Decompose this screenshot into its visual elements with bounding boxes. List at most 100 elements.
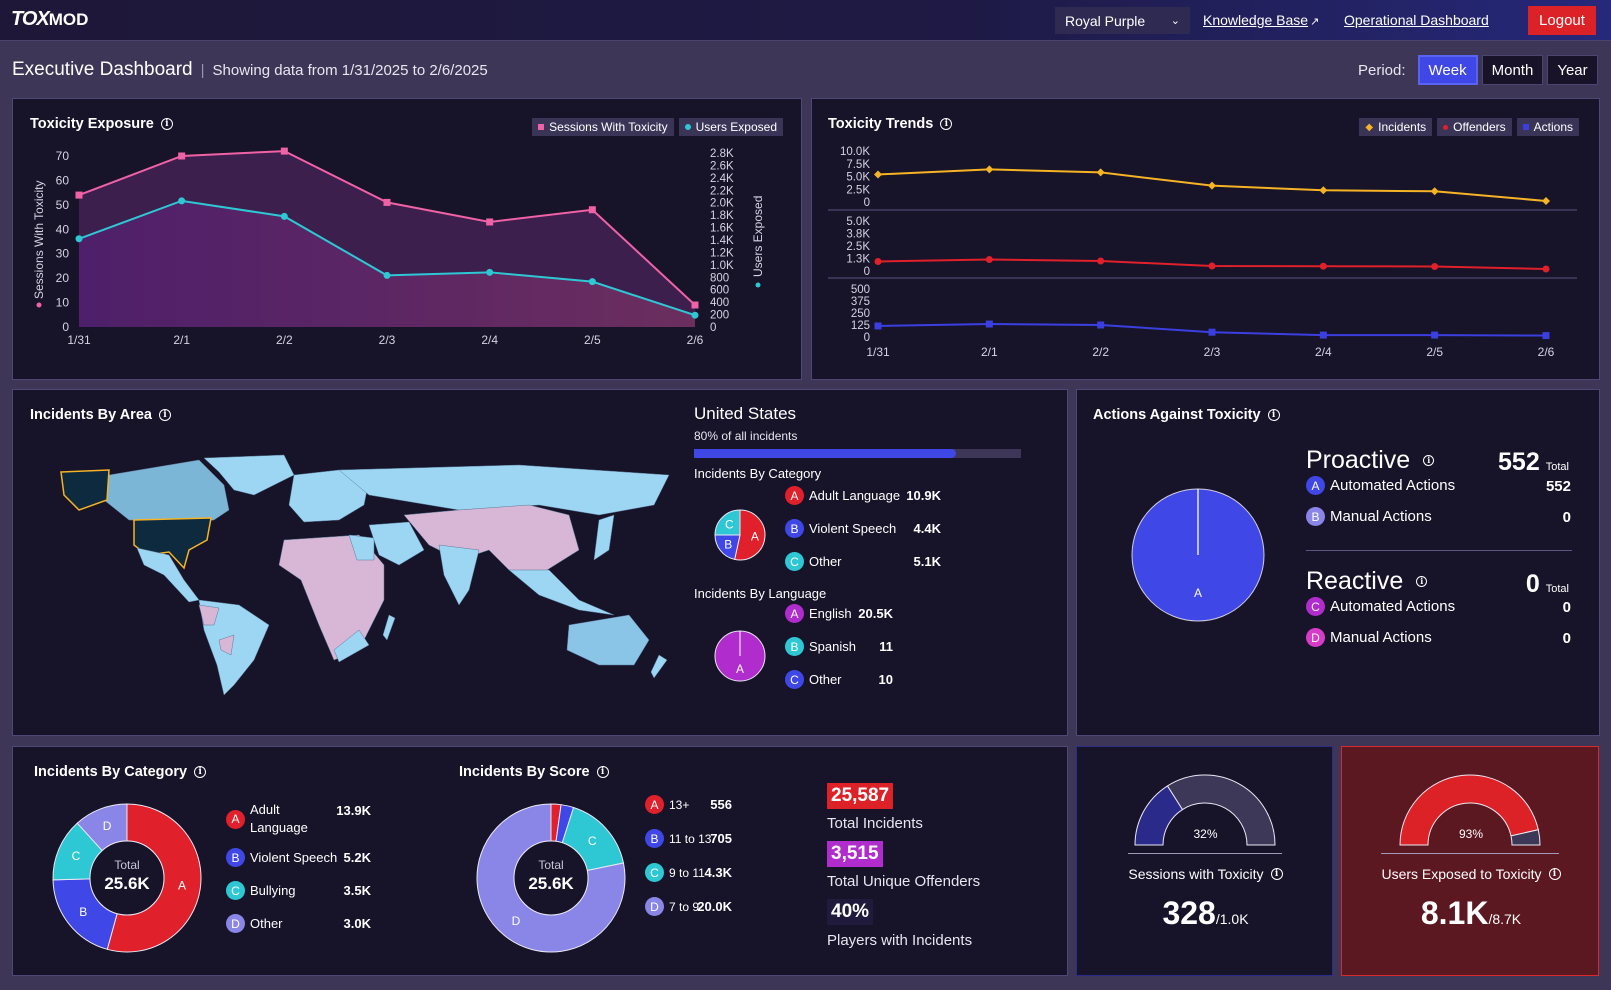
- legend-value: 20.0K: [697, 899, 732, 914]
- info-icon[interactable]: i: [1548, 868, 1561, 880]
- sessions-point: [486, 218, 494, 226]
- badge-c: C: [785, 552, 804, 571]
- legend-value: 4.4K: [913, 521, 941, 536]
- y-tick-label: 125: [851, 320, 870, 332]
- y-tick-label: 10: [56, 296, 70, 310]
- legend-value: 10: [878, 672, 893, 687]
- score-card-title: Incidents By Score i: [459, 764, 609, 780]
- operational-dashboard-link[interactable]: Operational Dashboard: [1344, 12, 1489, 28]
- actions-divider: [1306, 550, 1572, 551]
- x-tick-label: 2/1: [173, 333, 190, 347]
- area-language-title: Incidents By Language: [694, 586, 827, 601]
- players-with-incidents-value: 40%: [827, 899, 874, 925]
- y-tick-label: 0: [864, 266, 870, 278]
- legend-label: Manual Actions: [1330, 629, 1432, 646]
- sessions-gauge-percent: 32%: [1193, 827, 1218, 841]
- y-tick-label: 2.5K: [846, 184, 870, 196]
- title-separator: |: [200, 62, 205, 79]
- legend-item[interactable]: C Other: [785, 552, 842, 571]
- legend-item[interactable]: D Other: [226, 914, 283, 933]
- pie-slice-label: D: [512, 914, 521, 928]
- y-tick-label: 30: [56, 247, 70, 261]
- legend-item[interactable]: C Bullying: [226, 881, 296, 900]
- actions-point: [1431, 331, 1439, 339]
- info-icon[interactable]: i: [596, 766, 609, 778]
- country-share-text: 80% of all incidents: [694, 429, 798, 443]
- map-mexico-central[interactable]: [136, 547, 200, 603]
- y2-axis-marker: [755, 282, 761, 288]
- sessions-point: [588, 206, 596, 214]
- actions-pie-label: A: [1194, 586, 1202, 600]
- logout-button[interactable]: Logout: [1528, 6, 1596, 35]
- x-tick-label: 1/31: [67, 333, 91, 347]
- users-point: [588, 278, 596, 286]
- actions-card: Actions Against Toxicity i A Proactive i 5…: [1076, 389, 1600, 736]
- info-icon[interactable]: i: [194, 766, 207, 778]
- y2-tick-label: 800: [710, 272, 729, 284]
- sessions-point: [75, 191, 83, 199]
- period-selector: Period: Week Month Year: [1358, 55, 1598, 85]
- incidents-point: [1319, 186, 1328, 195]
- reactive-heading: Reactive i: [1306, 567, 1428, 596]
- y-tick-label: 3.8K: [846, 229, 870, 241]
- y-tick-label: 2.5K: [846, 241, 870, 253]
- users-point: [280, 212, 288, 220]
- knowledge-base-link[interactable]: Knowledge Base ↗: [1203, 12, 1319, 28]
- toxmod-logo[interactable]: TOXMOD: [11, 8, 88, 31]
- x-tick-label: 2/5: [584, 333, 601, 347]
- info-icon[interactable]: i: [1423, 455, 1435, 466]
- toxicity-trends-card: Toxicity Trends i ◆ Incidents Offenders Ac…: [811, 98, 1600, 380]
- y2-tick-label: 2.6K: [710, 160, 734, 172]
- incidents-by-area-card: Incidents By Area i United States 80% of …: [12, 389, 1068, 736]
- legend-item[interactable]: A Automated Actions: [1306, 476, 1455, 495]
- info-icon[interactable]: i: [1267, 409, 1280, 421]
- proactive-total: 552 Total: [1498, 448, 1569, 476]
- map-japan[interactable]: [593, 514, 615, 561]
- actions-title: Actions Against Toxicity i: [1093, 407, 1280, 423]
- date-range-text: Showing data from 1/31/2025 to 2/6/2025: [212, 62, 488, 79]
- period-week-button[interactable]: Week: [1417, 55, 1478, 85]
- category-total-value: 25.6K: [104, 874, 150, 893]
- top-bar: TOXMOD Royal Purple ⌄ Knowledge Base ↗ Op…: [0, 0, 1611, 41]
- world-map[interactable]: [39, 450, 699, 700]
- period-month-button[interactable]: Month: [1481, 55, 1544, 85]
- period-year-button[interactable]: Year: [1547, 55, 1598, 85]
- y-tick-label: 375: [851, 296, 870, 308]
- y-axis-marker: [36, 302, 42, 308]
- legend-item[interactable]: C Automated Actions: [1306, 597, 1455, 616]
- legend-value: 0: [1562, 599, 1571, 616]
- sessions-gauge-card: 32% Sessions with Toxicity i 328/1.0K: [1076, 746, 1333, 976]
- info-icon[interactable]: i: [158, 409, 171, 421]
- legend-value: 13.9K: [336, 803, 371, 818]
- y2-tick-label: 1.4K: [710, 235, 734, 247]
- map-asia-pink[interactable]: [403, 504, 580, 576]
- users-point: [178, 197, 186, 205]
- info-icon[interactable]: i: [1270, 868, 1283, 880]
- legend-item[interactable]: D Manual Actions: [1306, 628, 1432, 647]
- badge-a: A: [785, 486, 804, 505]
- y2-tick-label: 1.2K: [710, 247, 734, 259]
- info-icon[interactable]: i: [1416, 576, 1428, 587]
- map-canada[interactable]: [103, 459, 230, 523]
- sessions-point: [691, 301, 699, 309]
- legend-item[interactable]: B Manual Actions: [1306, 507, 1432, 526]
- map-india[interactable]: [438, 544, 480, 606]
- sessions-point: [383, 198, 391, 206]
- map-new-zealand[interactable]: [650, 654, 668, 679]
- x-tick-label: 2/3: [1204, 345, 1221, 359]
- map-madagascar[interactable]: [382, 614, 396, 641]
- category-card-title: Incidents By Category i: [34, 764, 207, 780]
- offenders-point: [985, 256, 993, 263]
- theme-select[interactable]: Royal Purple ⌄: [1055, 7, 1190, 34]
- reactive-total: 0 Total: [1525, 570, 1569, 598]
- badge-d: D: [226, 914, 245, 933]
- map-se-asia[interactable]: [508, 569, 615, 616]
- badge-a: A: [785, 604, 804, 623]
- pie-slice-label: C: [588, 834, 597, 848]
- badge-c: C: [1306, 597, 1325, 616]
- map-alaska[interactable]: [60, 469, 110, 511]
- map-australia[interactable]: [566, 614, 650, 666]
- x-tick-label: 2/3: [379, 333, 396, 347]
- y2-tick-label: 0: [710, 322, 716, 334]
- area-category-pie: A BC: [714, 509, 766, 561]
